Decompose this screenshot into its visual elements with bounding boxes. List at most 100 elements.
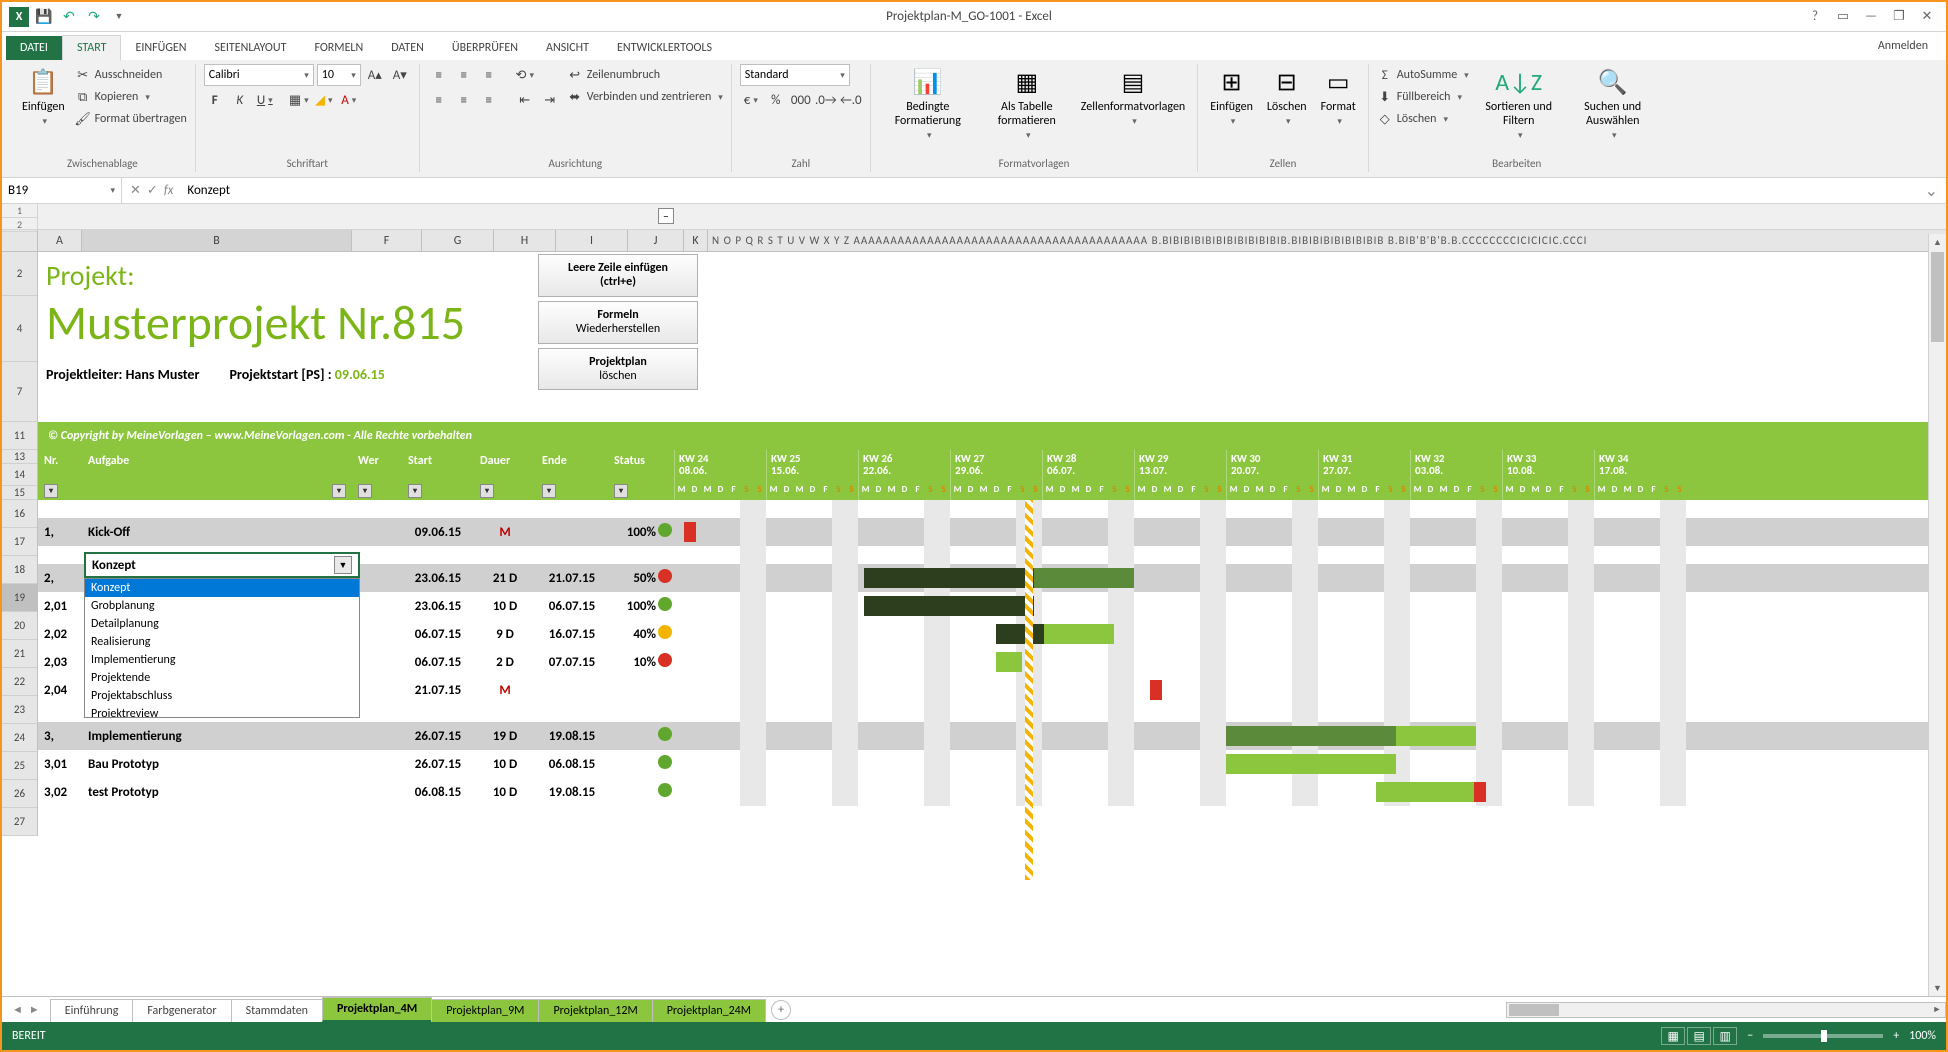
dropdown-option[interactable]: Grobplanung [85, 597, 359, 615]
dropdown-option[interactable]: Realisierung [85, 633, 359, 651]
font-size-combo[interactable]: 10▾ [317, 64, 361, 86]
task-row[interactable] [38, 500, 1946, 518]
filter-task[interactable]: ▾ [332, 484, 346, 498]
name-box[interactable]: B19▾ [2, 178, 122, 203]
conditional-formatting-button[interactable]: 📊Bedingte Formatierung▾ [879, 64, 977, 143]
row-header-11[interactable]: 11 [2, 422, 38, 450]
task-row[interactable]: 3,01Bau Prototyp26.07.1510 D06.08.15 [38, 750, 1946, 778]
cancel-formula-icon[interactable]: ✕ [130, 183, 141, 198]
comma-icon[interactable]: 000 [790, 89, 812, 111]
row-header-4[interactable]: 4 [2, 296, 38, 362]
tab-formeln[interactable]: FORMELN [300, 36, 377, 60]
row-header-7[interactable]: 7 [2, 362, 38, 422]
hscroll-thumb[interactable] [1509, 1004, 1559, 1016]
row-header-24[interactable]: 24 [2, 724, 38, 752]
expand-formula-icon[interactable]: ⌄ [1917, 181, 1946, 201]
sheet-tab[interactable]: Projektplan_24M [652, 999, 766, 1022]
filter-wer[interactable]: ▾ [358, 484, 372, 498]
scroll-right-icon[interactable]: ► [1929, 1003, 1945, 1017]
row-header-21[interactable]: 21 [2, 640, 38, 668]
insert-cells-button[interactable]: ⊞Einfügen▾ [1206, 64, 1257, 129]
row-header-14[interactable]: 14 [2, 464, 38, 486]
worksheet-grid[interactable]: 24711131415161718192021222324252627 Proj… [2, 252, 1946, 882]
row-header-27[interactable]: 27 [2, 808, 38, 836]
tab-einfuegen[interactable]: EINFÜGEN [121, 36, 200, 60]
dropdown-option[interactable]: Detailplanung [85, 615, 359, 633]
decrease-indent-icon[interactable]: ⇤ [514, 89, 536, 111]
row-header-20[interactable]: 20 [2, 612, 38, 640]
autosum-button[interactable]: ΣAutoSumme▾ [1377, 64, 1469, 86]
page-break-view-icon[interactable]: ▥ [1713, 1027, 1737, 1045]
sheet-nav-prev-icon[interactable]: ◄ [12, 1003, 23, 1016]
dropdown-option[interactable]: Implementierung [85, 651, 359, 669]
col-b[interactable]: B [82, 230, 352, 251]
copy-button[interactable]: ⧉Kopieren▾ [75, 86, 187, 108]
signin-link[interactable]: Anmelden [1878, 39, 1946, 53]
dropdown-option[interactable]: Projektende [85, 669, 359, 687]
col-a[interactable]: A [38, 230, 82, 251]
filter-dauer[interactable]: ▾ [480, 484, 494, 498]
align-center-icon[interactable]: ≡ [453, 89, 475, 111]
ribbon-options-icon[interactable]: ▭ [1830, 6, 1856, 28]
format-as-table-button[interactable]: ▦Als Tabelle formatieren▾ [983, 64, 1071, 143]
font-color-button[interactable]: A▾ [338, 89, 360, 111]
sheet-tab[interactable]: Einführung [50, 999, 134, 1022]
col-h[interactable]: H [494, 230, 556, 251]
outline-collapse-icon[interactable]: − [658, 208, 674, 224]
help-icon[interactable]: ? [1802, 6, 1828, 28]
save-icon[interactable]: 💾 [33, 6, 55, 28]
dropdown-toggle-icon[interactable]: ▼ [334, 556, 352, 574]
row-header-17[interactable]: 17 [2, 528, 38, 556]
restore-formulas-button[interactable]: FormelnWiederherstellen [538, 301, 698, 344]
align-middle-icon[interactable]: ≡ [453, 64, 475, 86]
decrease-decimal-icon[interactable]: ←.0 [840, 89, 862, 111]
horizontal-scrollbar[interactable]: ◄ ► [1506, 1002, 1946, 1018]
tab-ueberpruefen[interactable]: ÜBERPRÜFEN [438, 36, 532, 60]
zoom-in-icon[interactable]: + [1893, 1029, 1899, 1043]
filter-start[interactable]: ▾ [408, 484, 422, 498]
border-button[interactable]: ▦▾ [288, 89, 310, 111]
close-icon[interactable]: ✕ [1914, 6, 1940, 28]
increase-decimal-icon[interactable]: .0→ [815, 89, 837, 111]
italic-button[interactable]: K [229, 89, 251, 111]
add-sheet-button[interactable]: + [771, 1000, 791, 1020]
fx-icon[interactable]: fx [164, 183, 174, 198]
wrap-text-button[interactable]: ↩Zeilenumbruch [567, 64, 723, 86]
col-i[interactable]: I [556, 230, 628, 251]
delete-cells-button[interactable]: ⊟Löschen▾ [1263, 64, 1311, 129]
dropdown-option[interactable]: Konzept [85, 579, 359, 597]
format-painter-button[interactable]: 🖌Format übertragen [75, 108, 187, 130]
active-cell[interactable]: Konzept ▼ [84, 552, 360, 578]
align-right-icon[interactable]: ≡ [478, 89, 500, 111]
row-header-18[interactable]: 18 [2, 556, 38, 584]
fill-color-button[interactable]: ◢▾ [313, 89, 335, 111]
col-g[interactable]: G [422, 230, 494, 251]
sheet-tab[interactable]: Farbgenerator [132, 999, 231, 1022]
paste-button[interactable]: 📋 Einfügen ▾ [18, 64, 69, 129]
col-j[interactable]: J [628, 230, 684, 251]
find-select-button[interactable]: 🔍Suchen und Auswählen▾ [1569, 64, 1657, 143]
underline-button[interactable]: U▾ [254, 89, 276, 111]
vertical-scrollbar[interactable]: ▲ ▼ [1928, 234, 1946, 996]
clear-button[interactable]: ◇Löschen▾ [1377, 108, 1469, 130]
tab-seitenlayout[interactable]: SEITENLAYOUT [201, 36, 301, 60]
tab-daten[interactable]: DATEN [377, 36, 438, 60]
fill-button[interactable]: ⬇Füllbereich▾ [1377, 86, 1469, 108]
row-header-23[interactable]: 23 [2, 696, 38, 724]
row-header-13[interactable]: 13 [2, 450, 38, 464]
sheet-tab[interactable]: Projektplan_9M [431, 999, 539, 1022]
normal-view-icon[interactable]: ▦ [1661, 1027, 1685, 1045]
tab-entwicklertools[interactable]: ENTWICKLERTOOLS [603, 36, 726, 60]
cut-button[interactable]: ✂Ausschneiden [75, 64, 187, 86]
accept-formula-icon[interactable]: ✓ [147, 183, 158, 198]
increase-indent-icon[interactable]: ⇥ [539, 89, 561, 111]
page-layout-view-icon[interactable]: ▤ [1687, 1027, 1711, 1045]
zoom-level[interactable]: 100% [1909, 1029, 1936, 1043]
zoom-slider[interactable] [1763, 1034, 1883, 1038]
row-header-25[interactable]: 25 [2, 752, 38, 780]
maximize-icon[interactable]: ❐ [1886, 6, 1912, 28]
row-header-22[interactable]: 22 [2, 668, 38, 696]
col-f[interactable]: F [352, 230, 422, 251]
select-all[interactable] [2, 230, 38, 251]
col-k[interactable]: K [684, 230, 708, 251]
